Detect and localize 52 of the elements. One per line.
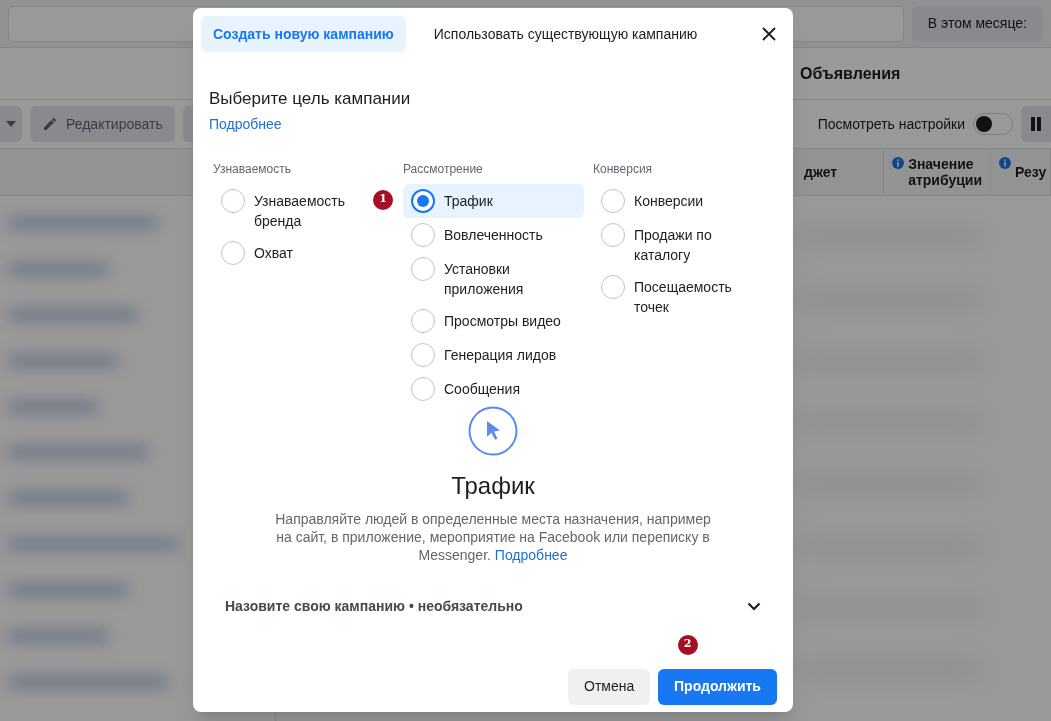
radio-button[interactable] bbox=[221, 188, 245, 213]
dialog-tab[interactable]: Использовать существующую кампанию bbox=[413, 16, 718, 52]
objective-option[interactable]: Посещаемость точек bbox=[593, 269, 748, 322]
radio-button[interactable] bbox=[411, 342, 435, 367]
cursor-icon bbox=[468, 405, 518, 456]
category-title: Узнаваемость bbox=[213, 160, 292, 178]
columns-button[interactable] bbox=[1021, 106, 1051, 142]
close-icon bbox=[762, 27, 776, 41]
column-header: джет bbox=[796, 149, 885, 195]
continue-button[interactable]: Продолжить bbox=[658, 668, 777, 705]
caret-icon bbox=[6, 121, 16, 127]
pencil-icon bbox=[42, 116, 58, 132]
period-button[interactable]: В этом месяце: bbox=[911, 5, 1043, 42]
radio-button[interactable] bbox=[601, 274, 625, 299]
objective-option[interactable]: Установки приложения bbox=[403, 251, 592, 304]
columns-icon bbox=[1030, 117, 1042, 131]
objective-option[interactable]: Вовлеченность bbox=[403, 217, 551, 252]
learn-more-link[interactable]: Подробнее bbox=[494, 546, 568, 563]
objective-option[interactable]: Сообщения bbox=[403, 371, 528, 406]
step-badge: 1 bbox=[373, 189, 393, 210]
objective-option[interactable]: Узнаваемость бренда bbox=[213, 183, 368, 236]
radio-button[interactable] bbox=[411, 256, 435, 281]
objective-option[interactable]: Конверсии bbox=[593, 183, 712, 218]
radio-button[interactable] bbox=[601, 222, 625, 247]
objective-option[interactable]: Продажи по каталогу bbox=[593, 217, 748, 270]
dialog-heading: Выберите цель кампании bbox=[209, 88, 412, 110]
radio-button[interactable] bbox=[411, 308, 435, 333]
dropdown-button[interactable] bbox=[0, 106, 22, 142]
objective-description: Направляйте людей в определенные места назначения, например на сайт, в приложение, мероприятие на Facebook или переписку в Messenger. Подробнее bbox=[274, 509, 712, 564]
radio-button[interactable] bbox=[411, 188, 435, 213]
objective-title: Трафик bbox=[451, 470, 535, 501]
campaign-name-label: Назовите свою кампанию • необязательно bbox=[225, 596, 523, 616]
radio-button[interactable] bbox=[221, 240, 245, 265]
category-title: Рассмотрение bbox=[403, 160, 484, 178]
chevron-icon[interactable] bbox=[747, 601, 761, 611]
radio-button[interactable] bbox=[601, 188, 625, 213]
radio-button[interactable] bbox=[411, 222, 435, 247]
learn-more-link[interactable]: Подробнее bbox=[209, 115, 282, 132]
column-header: Резу bbox=[991, 149, 1051, 195]
objective-option[interactable]: Трафик bbox=[403, 183, 584, 218]
radio-button[interactable] bbox=[411, 376, 435, 401]
objective-option[interactable]: Просмотры видео bbox=[403, 303, 569, 338]
column-header: Значение атрибуции bbox=[884, 149, 991, 195]
category-title: Конверсия bbox=[593, 160, 654, 178]
objective-option[interactable]: Охват bbox=[213, 235, 301, 270]
objective-option[interactable]: Генерация лидов bbox=[403, 337, 565, 372]
dialog-tab[interactable]: Создать новую кампанию bbox=[201, 16, 406, 52]
cancel-button[interactable]: Отмена bbox=[568, 668, 650, 705]
ads-tab[interactable]: Объявления bbox=[800, 61, 901, 86]
step-badge: 2 bbox=[677, 634, 698, 655]
view-settings-toggle[interactable] bbox=[973, 113, 1013, 135]
view-settings-label: Посмотреть настройки bbox=[817, 114, 965, 134]
